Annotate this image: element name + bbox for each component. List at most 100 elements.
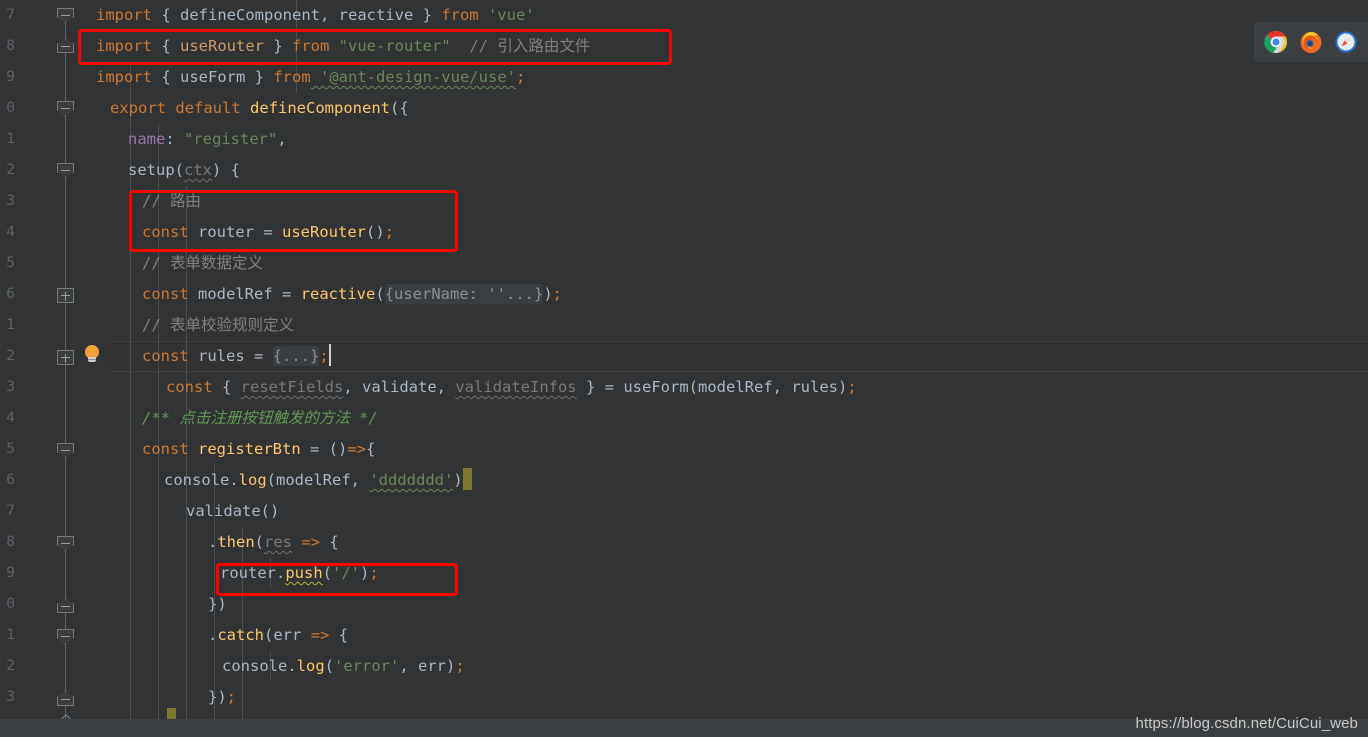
code-line[interactable]: const rules = {...};: [142, 341, 331, 372]
fold-collapse-icon[interactable]: [57, 629, 74, 644]
code-token: reactive: [300, 285, 376, 303]
code-line[interactable]: });: [208, 682, 236, 713]
code-token: '/': [332, 564, 361, 582]
fold-expand-up-icon[interactable]: [57, 691, 74, 706]
code-line[interactable]: validate(): [186, 496, 279, 527]
code-line[interactable]: /** 点击注册按钮触发的方法 */: [142, 403, 378, 434]
code-line[interactable]: import { useForm } from '@ant-design-vue…: [96, 62, 525, 93]
code-token: .: [229, 471, 239, 489]
chrome-icon[interactable]: [1264, 30, 1288, 54]
code-token: }: [264, 37, 292, 55]
code-token: modelRef: [188, 285, 282, 303]
code-line[interactable]: import { useRouter } from "vue-router" /…: [96, 31, 590, 62]
code-token: const: [142, 285, 189, 303]
intention-bulb-icon[interactable]: [84, 345, 100, 363]
code-token: =: [254, 347, 264, 365]
code-line[interactable]: // 表单校验规则定义: [142, 310, 294, 341]
code-line[interactable]: .catch(err => {: [208, 620, 348, 651]
code-token: res: [264, 533, 293, 551]
code-token: =>: [347, 440, 367, 458]
fold-ribbon-line: [65, 466, 66, 566]
code-line[interactable]: const modelRef = reactive({userName: ''.…: [142, 279, 562, 310]
code-token: from: [292, 37, 330, 55]
code-token: validate: [186, 502, 261, 520]
code-token: router: [188, 223, 264, 241]
code-line[interactable]: const router = useRouter();: [142, 217, 394, 248]
code-token: =>: [310, 626, 330, 644]
code-line[interactable]: import { defineComponent, reactive } fro…: [96, 0, 535, 31]
code-line[interactable]: // 路由: [142, 186, 201, 217]
line-number: 5: [6, 441, 15, 457]
code-token: =>: [301, 533, 321, 551]
code-token: from: [273, 68, 311, 86]
code-token: , err): [399, 657, 456, 675]
fold-collapse-icon[interactable]: [57, 536, 74, 551]
code-line[interactable]: console.log(modelRef, 'ddddddd'): [164, 465, 472, 496]
fold-unfold-icon[interactable]: [57, 350, 74, 365]
code-token: {: [320, 533, 339, 551]
code-token: =: [604, 378, 614, 396]
fold-collapse-icon[interactable]: [57, 101, 74, 116]
fold-collapse-icon[interactable]: [57, 8, 74, 23]
code-token: const: [166, 378, 213, 396]
code-line[interactable]: name: "register",: [128, 124, 287, 155]
fold-collapse-icon[interactable]: [57, 443, 74, 458]
code-line[interactable]: setup(ctx) {: [128, 155, 240, 186]
code-line[interactable]: router.push('/');: [220, 558, 379, 589]
code-token: useForm: [623, 378, 689, 396]
code-token: name: [128, 130, 166, 148]
code-token: 'ddddddd': [369, 471, 454, 489]
code-token: {: [152, 37, 180, 55]
line-number: 0: [6, 596, 15, 612]
code-line[interactable]: .then(res => {: [208, 527, 339, 558]
browser-launch-dock[interactable]: [1254, 22, 1368, 62]
line-number: 5: [6, 255, 15, 271]
code-token: .: [208, 626, 218, 644]
line-number: 1: [6, 317, 15, 333]
code-line[interactable]: const registerBtn = ()=>{: [142, 434, 375, 465]
code-token: useRouter: [180, 37, 264, 55]
fold-unfold-icon[interactable]: [57, 288, 74, 303]
code-token: {userName: ''...}: [384, 284, 544, 304]
line-number: 1: [6, 131, 15, 147]
fold-collapse-icon[interactable]: [57, 163, 74, 178]
safari-icon[interactable]: [1334, 30, 1358, 54]
code-token: (: [375, 285, 385, 303]
code-content[interactable]: import { defineComponent, reactive } fro…: [96, 0, 1368, 737]
code-line[interactable]: }): [208, 589, 227, 620]
code-token: ;: [847, 378, 857, 396]
code-token: {: [329, 626, 349, 644]
fold-expand-up-icon[interactable]: [57, 38, 74, 53]
code-token: const: [142, 440, 189, 458]
code-token: export: [110, 99, 166, 117]
code-line[interactable]: const { resetFields, validate, validateI…: [166, 372, 857, 403]
code-token: .: [276, 564, 286, 582]
code-token: ;: [369, 564, 379, 582]
text-caret: [328, 344, 331, 366]
line-number: 4: [6, 224, 15, 240]
code-token: (: [174, 161, 185, 179]
code-token: // 表单数据定义: [142, 254, 263, 272]
code-line[interactable]: // 表单数据定义: [142, 248, 263, 279]
line-number: 3: [6, 193, 15, 209]
code-token: 'error': [334, 657, 400, 675]
code-token: {: [212, 378, 241, 396]
line-number: 7: [6, 503, 15, 519]
code-line[interactable]: export default defineComponent({: [110, 93, 409, 124]
code-token: =: [310, 440, 320, 458]
code-editor[interactable]: 7 8 9 0 1 2 3 4 5 6 1 2 3 4 5 6 7 8 9 0 …: [0, 0, 1368, 737]
editor-gutter[interactable]: 7 8 9 0 1 2 3 4 5 6 1 2 3 4 5 6 7 8 9 0 …: [0, 0, 110, 737]
code-token: ,: [319, 6, 339, 24]
code-token: registerBtn: [188, 440, 310, 458]
firefox-icon[interactable]: [1299, 30, 1323, 54]
code-token: useForm: [180, 68, 246, 86]
code-line[interactable]: console.log('error', err);: [222, 651, 465, 682]
code-token: const: [142, 347, 189, 365]
code-token: router: [220, 564, 276, 582]
code-token: (): [319, 440, 348, 458]
fold-expand-up-icon[interactable]: [57, 598, 74, 613]
line-number: 9: [6, 69, 15, 85]
